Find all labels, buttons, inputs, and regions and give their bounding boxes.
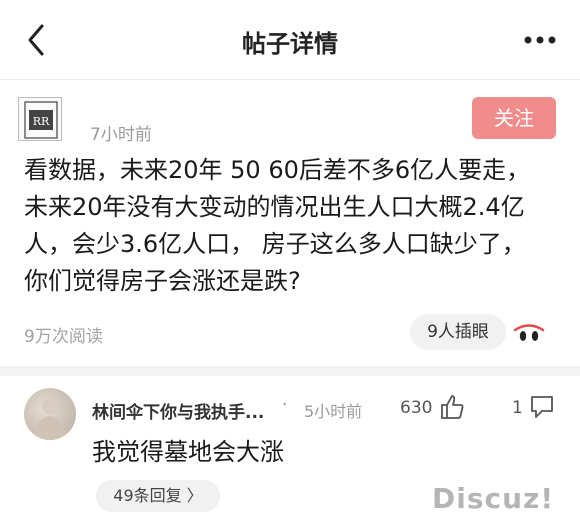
section-divider (0, 366, 580, 376)
post-line: 人，会少3.6亿人口， 房子这么多人口缺少了， (24, 230, 526, 258)
comment-text: 我觉得墓地会大涨 (92, 438, 284, 466)
readers-button[interactable]: 9人插眼 (410, 314, 506, 350)
post-line: 未来20年没有大变动的情况出生人口大概2.4亿 (24, 193, 525, 221)
rolls-royce-logo-icon: RR (24, 101, 58, 139)
post-time: 7小时前 (90, 125, 152, 145)
commenter-name[interactable]: 林间伞下你与我执手... (92, 398, 264, 423)
author-avatar[interactable]: RR (18, 97, 62, 141)
page-title: 帖子详情 (242, 30, 338, 58)
navbar: 帖子详情 (0, 0, 580, 80)
follow-button[interactable]: 关注 (472, 97, 556, 139)
svg-text:RR: RR (33, 115, 50, 128)
site-watermark: Discuz! (432, 482, 555, 515)
post-line: 看数据，未来20年 50 60后差不多6亿人要走， (24, 156, 531, 184)
reply-button[interactable] (528, 393, 556, 421)
like-button[interactable] (438, 393, 466, 421)
post-content: 看数据，未来20年 50 60后差不多6亿人要走， 未来20年没有大变动的情况出… (24, 152, 564, 300)
more-button[interactable] (520, 22, 560, 58)
view-replies-button[interactable]: 49条回复 〉 (96, 480, 220, 512)
user-photo-icon (32, 398, 68, 440)
thumbs-up-icon (441, 395, 464, 419)
separator-dot: · (282, 395, 288, 415)
eyes-icon (513, 324, 545, 341)
like-count: 630 (400, 398, 433, 418)
comment-time: 5小时前 (304, 402, 363, 421)
post-line: 你们觉得房子会涨还是跌? (24, 267, 301, 295)
eye-icon[interactable] (512, 318, 546, 348)
commenter-avatar[interactable] (24, 388, 76, 440)
reply-count: 1 (512, 398, 523, 418)
view-count: 9万次阅读 (24, 327, 103, 347)
more-dots-icon (524, 36, 556, 44)
comment-icon (531, 396, 553, 418)
